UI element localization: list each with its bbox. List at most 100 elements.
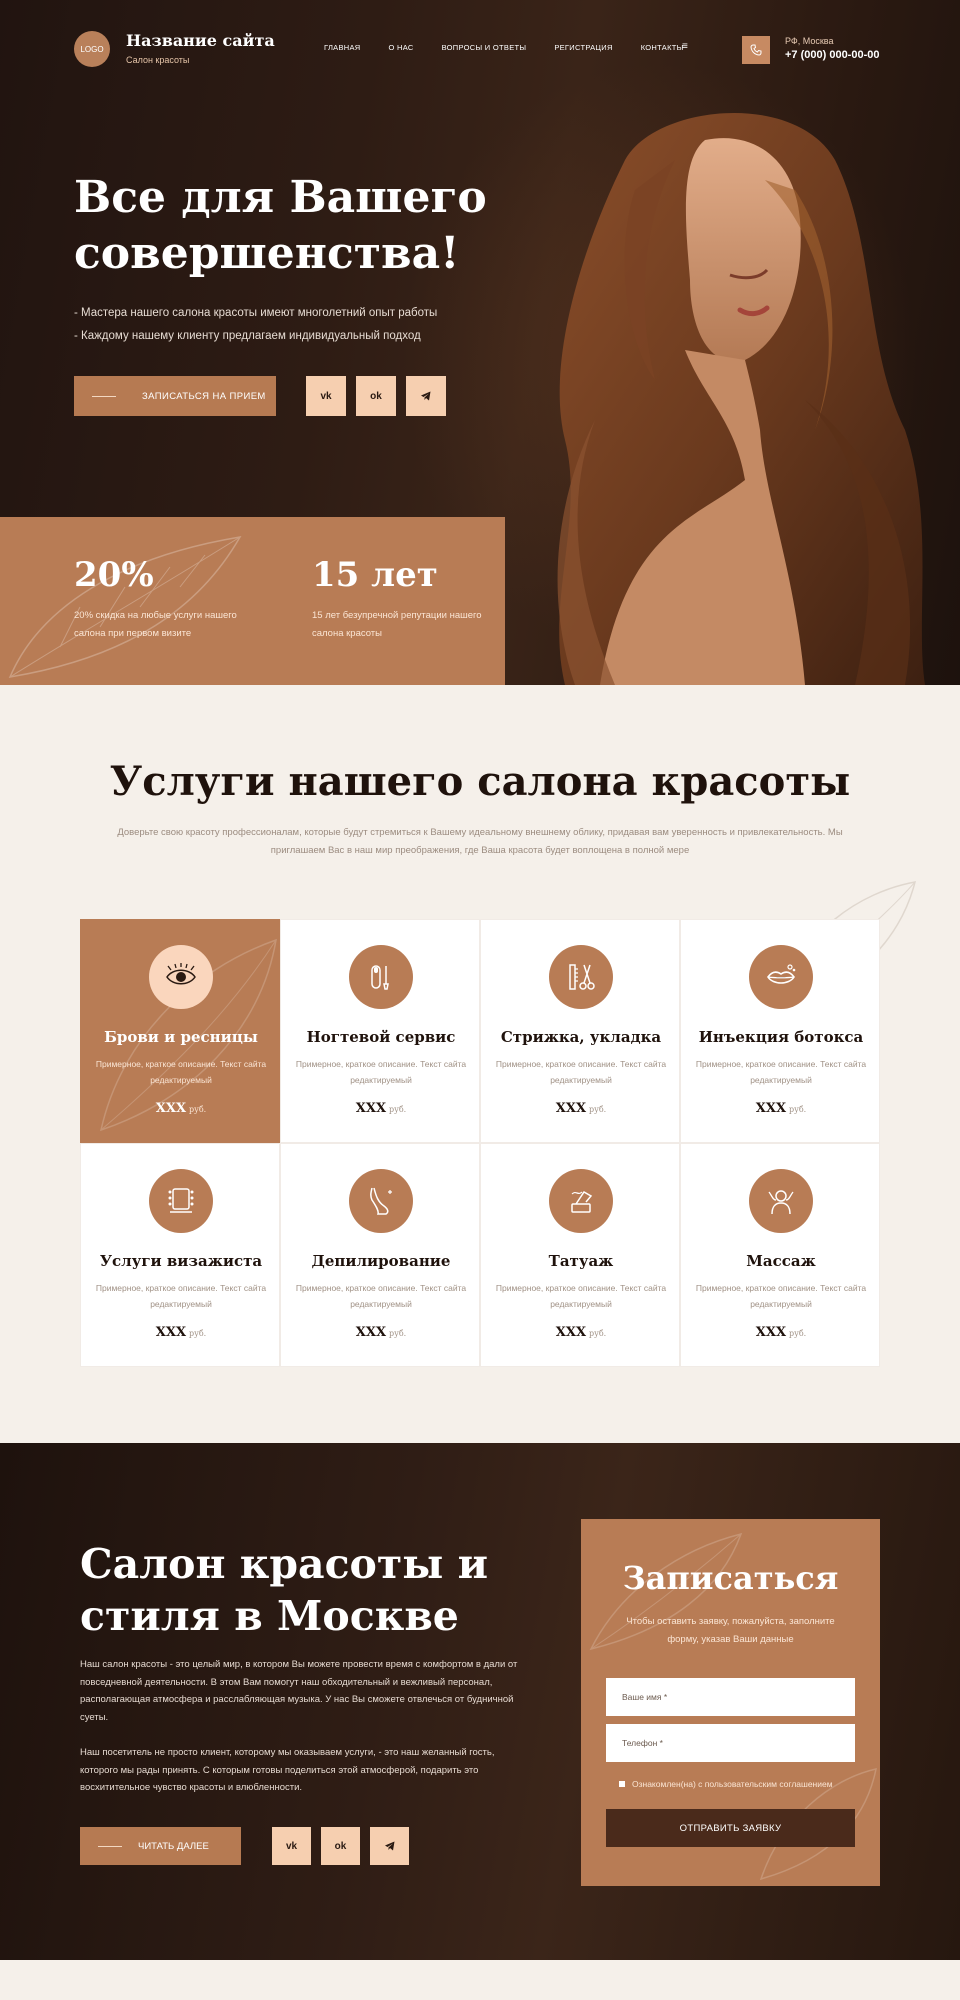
about-section: Салон красоты и стиля в Москве Наш салон… [0, 1443, 960, 1960]
leaf-decoration [8, 535, 242, 678]
service-description: Примерное, краткое описание. Текст сайта… [695, 1059, 867, 1085]
service-card-haircut[interactable]: Стрижка, укладка Примерное, краткое опис… [480, 919, 680, 1143]
service-description: Примерное, краткое описание. Текст сайта… [95, 1283, 267, 1309]
hero-bullets: - Мастера нашего салона красоты имеют мн… [74, 302, 437, 348]
agreement-checkbox[interactable]: Ознакомлен(на) с пользовательским соглаш… [619, 1779, 833, 1789]
service-name: Массаж [746, 1252, 816, 1270]
price-value: XXX [355, 1325, 387, 1340]
service-card-depilation[interactable]: Депилирование Примерное, краткое описани… [280, 1143, 480, 1367]
service-name: Инъекция ботокса [698, 1028, 864, 1046]
book-appointment-button[interactable]: ЗАПИСАТЬСЯ НА ПРИЕМ [74, 376, 276, 416]
vk-icon[interactable]: vk [272, 1827, 311, 1865]
nav-about[interactable]: О НАС [389, 43, 414, 52]
submit-button[interactable]: ОТПРАВИТЬ ЗАЯВКУ [606, 1809, 855, 1847]
services-title: Услуги нашего салона красоты [109, 758, 851, 805]
form-subtitle: Чтобы оставить заявку, пожалуйста, запол… [626, 1616, 835, 1645]
agreement-label: Ознакомлен(на) с пользовательским соглаш… [632, 1779, 833, 1789]
button-line-decor [98, 1845, 122, 1847]
service-description: Примерное, краткое описание. Текст сайта… [495, 1283, 667, 1309]
service-card-nails[interactable]: Ногтевой сервис Примерное, краткое описа… [280, 919, 480, 1143]
price-unit: руб. [189, 1105, 207, 1114]
price-unit: руб. [389, 1105, 407, 1114]
services-description: Доверьте свою красоту профессионалам, ко… [117, 827, 843, 856]
service-card-tattoo[interactable]: Татуаж Примерное, краткое описание. Текс… [480, 1143, 680, 1367]
name-input[interactable]: Ваше имя * [606, 1678, 855, 1716]
service-description: Примерное, краткое описание. Текст сайта… [695, 1283, 867, 1309]
about-paragraph: Наш посетитель не просто клиент, котором… [80, 1747, 495, 1793]
service-price: XXX руб. [681, 1101, 881, 1116]
price-value: XXX [355, 1101, 387, 1116]
service-price: XXX руб. [81, 1101, 281, 1116]
about-title: Салон красоты и стиля в Москве [80, 1540, 489, 1640]
telegram-icon[interactable] [370, 1827, 409, 1865]
checkbox-box[interactable] [619, 1781, 625, 1787]
service-card-brows[interactable]: Брови и ресницы Примерное, краткое описа… [80, 919, 280, 1143]
phone-number[interactable]: +7 (000) 000-00-00 [785, 49, 879, 61]
price-unit: руб. [789, 1105, 807, 1114]
service-description: Примерное, краткое описание. Текст сайта… [295, 1283, 467, 1309]
service-price: XXX руб. [481, 1325, 681, 1340]
form-title: Записаться [622, 1559, 839, 1597]
leg-icon [349, 1169, 413, 1233]
about-paragraph: Наш салон красоты - это целый мир, в кот… [80, 1659, 518, 1723]
price-value: XXX [155, 1101, 187, 1116]
read-more-button[interactable]: ЧИТАТЬ ДАЛЕЕ [80, 1827, 241, 1865]
hero-title: Все для Вашего совершенства! [74, 172, 487, 279]
phone-input[interactable]: Телефон * [606, 1724, 855, 1762]
booking-form: Записаться Чтобы оставить заявку, пожалу… [581, 1519, 880, 1886]
services-grid: Брови и ресницы Примерное, краткое описа… [80, 919, 880, 1367]
main-nav: ГЛАВНАЯ О НАС ВОПРОСЫ И ОТВЕТЫ РЕГИСТРАЦ… [324, 43, 712, 52]
service-name: Стрижка, укладка [500, 1028, 662, 1046]
massage-icon [749, 1169, 813, 1233]
vk-icon[interactable]: vk [306, 376, 346, 416]
price-value: XXX [755, 1325, 787, 1340]
telegram-icon[interactable] [406, 376, 446, 416]
tattoo-machine-icon [549, 1169, 613, 1233]
service-name: Услуги визажиста [99, 1252, 263, 1270]
nav-registration[interactable]: РЕГИСТРАЦИЯ [554, 43, 612, 52]
stat-years-number: 15 лет [312, 555, 438, 595]
service-price: XXX руб. [681, 1325, 881, 1340]
city-label: РФ, Москва [785, 36, 834, 46]
price-unit: руб. [389, 1329, 407, 1338]
service-description: Примерное, краткое описание. Текст сайта… [295, 1059, 467, 1085]
book-appointment-label: ЗАПИСАТЬСЯ НА ПРИЕМ [142, 390, 266, 402]
scissors-comb-icon [549, 945, 613, 1009]
service-name: Депилирование [311, 1252, 451, 1270]
site-name[interactable]: Название сайта [126, 31, 275, 50]
eye-lash-icon [149, 945, 213, 1009]
price-unit: руб. [189, 1329, 207, 1338]
stat-years-text: 15 лет безупречной репутации нашего сало… [312, 610, 482, 639]
price-value: XXX [555, 1101, 587, 1116]
ok-icon[interactable]: ok [321, 1827, 360, 1865]
stat-discount-text: 20% скидка на любые услуги нашего салона… [74, 610, 237, 639]
hero-section: LOGO Название сайта Салон красоты ГЛАВНА… [0, 0, 960, 685]
menu-icon[interactable]: ≡ [682, 41, 688, 52]
service-description: Примерное, краткое описание. Текст сайта… [95, 1059, 267, 1085]
price-unit: руб. [589, 1329, 607, 1338]
service-card-makeup[interactable]: Услуги визажиста Примерное, краткое опис… [80, 1143, 280, 1367]
stats-band: 20% 20% скидка на любые услуги нашего са… [0, 517, 505, 685]
price-value: XXX [755, 1101, 787, 1116]
mirror-icon [149, 1169, 213, 1233]
nail-icon [349, 945, 413, 1009]
lips-icon [749, 945, 813, 1009]
price-unit: руб. [789, 1329, 807, 1338]
hero-bullet: - Каждому нашему клиенту предлагаем инди… [74, 330, 421, 342]
service-price: XXX руб. [481, 1101, 681, 1116]
ok-icon[interactable]: ok [356, 376, 396, 416]
price-value: XXX [155, 1325, 187, 1340]
service-card-massage[interactable]: Массаж Примерное, краткое описание. Текс… [680, 1143, 880, 1367]
nav-contacts[interactable]: КОНТАКТЫ [641, 43, 684, 52]
service-card-botox[interactable]: Инъекция ботокса Примерное, краткое опис… [680, 919, 880, 1143]
nav-faq[interactable]: ВОПРОСЫ И ОТВЕТЫ [442, 43, 527, 52]
logo[interactable]: LOGO [74, 31, 110, 67]
site-subtitle: Салон красоты [126, 55, 190, 65]
button-line-decor [92, 395, 116, 397]
nav-home[interactable]: ГЛАВНАЯ [324, 43, 361, 52]
phone-icon[interactable] [742, 36, 770, 64]
service-price: XXX руб. [81, 1325, 281, 1340]
price-unit: руб. [589, 1105, 607, 1114]
hero-woman-image [505, 100, 925, 685]
stat-discount-number: 20% [74, 555, 154, 595]
